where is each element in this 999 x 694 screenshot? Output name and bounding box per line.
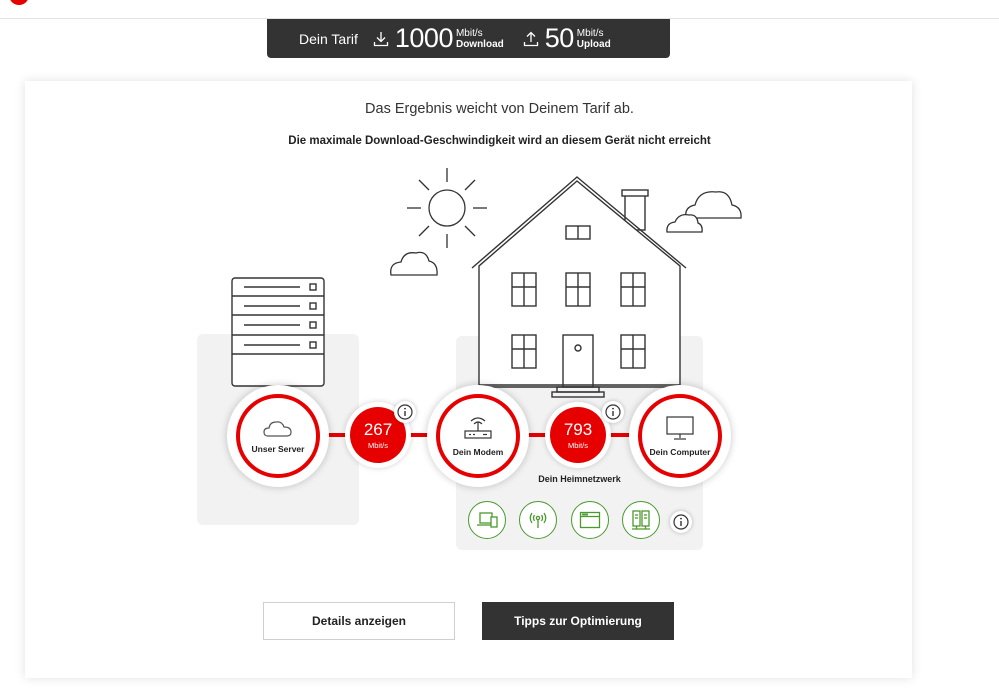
modem-node-label: Dein Modem xyxy=(452,447,504,457)
modem-node[interactable]: Dein Modem xyxy=(427,385,529,487)
info-icon[interactable] xyxy=(602,401,624,423)
network-storage-icon xyxy=(632,510,650,530)
browser-window-icon xyxy=(579,511,601,529)
cloud-icon xyxy=(685,191,742,219)
cloud-icon xyxy=(263,421,292,437)
modem-node-ring: Dein Modem xyxy=(436,394,520,478)
server-icon xyxy=(231,277,325,387)
wifi-antenna-icon xyxy=(529,512,547,528)
details-button[interactable]: Details anzeigen xyxy=(263,602,455,640)
server-node-label: Unser Server xyxy=(251,444,305,454)
home-device-browser[interactable] xyxy=(571,501,609,539)
home-device-server[interactable] xyxy=(622,501,660,539)
computer-node-ring: Dein Computer xyxy=(638,394,722,478)
monitor-icon xyxy=(666,416,694,440)
computer-node[interactable]: Dein Computer xyxy=(629,385,731,487)
house-icon xyxy=(470,176,690,398)
computer-node-label: Dein Computer xyxy=(649,447,711,457)
info-glyph-icon xyxy=(397,404,413,420)
speed-modem-computer-dot: 793 Mbit/s xyxy=(550,407,606,463)
info-glyph-icon xyxy=(605,404,621,420)
home-device-wifi[interactable] xyxy=(519,501,557,539)
speed-value: 267 xyxy=(363,419,393,439)
router-icon xyxy=(464,417,492,439)
sun-icon xyxy=(407,168,487,248)
cloud-icon xyxy=(390,251,438,276)
speed-unit: Mbit/s xyxy=(567,440,588,450)
home-network-label: Dein Heimnetzwerk xyxy=(538,474,621,484)
speed-value: 793 xyxy=(563,419,593,439)
info-icon[interactable] xyxy=(670,511,692,533)
speed-unit: Mbit/s xyxy=(367,440,388,450)
info-icon[interactable] xyxy=(394,401,416,423)
server-node[interactable]: Unser Server xyxy=(227,385,329,487)
home-device-laptop[interactable] xyxy=(468,501,506,539)
laptop-phone-icon xyxy=(477,512,498,528)
info-glyph-icon xyxy=(673,514,689,530)
network-illustration xyxy=(231,168,742,437)
optimization-tips-button[interactable]: Tipps zur Optimierung xyxy=(482,602,674,640)
server-node-ring: Unser Server xyxy=(236,394,320,478)
